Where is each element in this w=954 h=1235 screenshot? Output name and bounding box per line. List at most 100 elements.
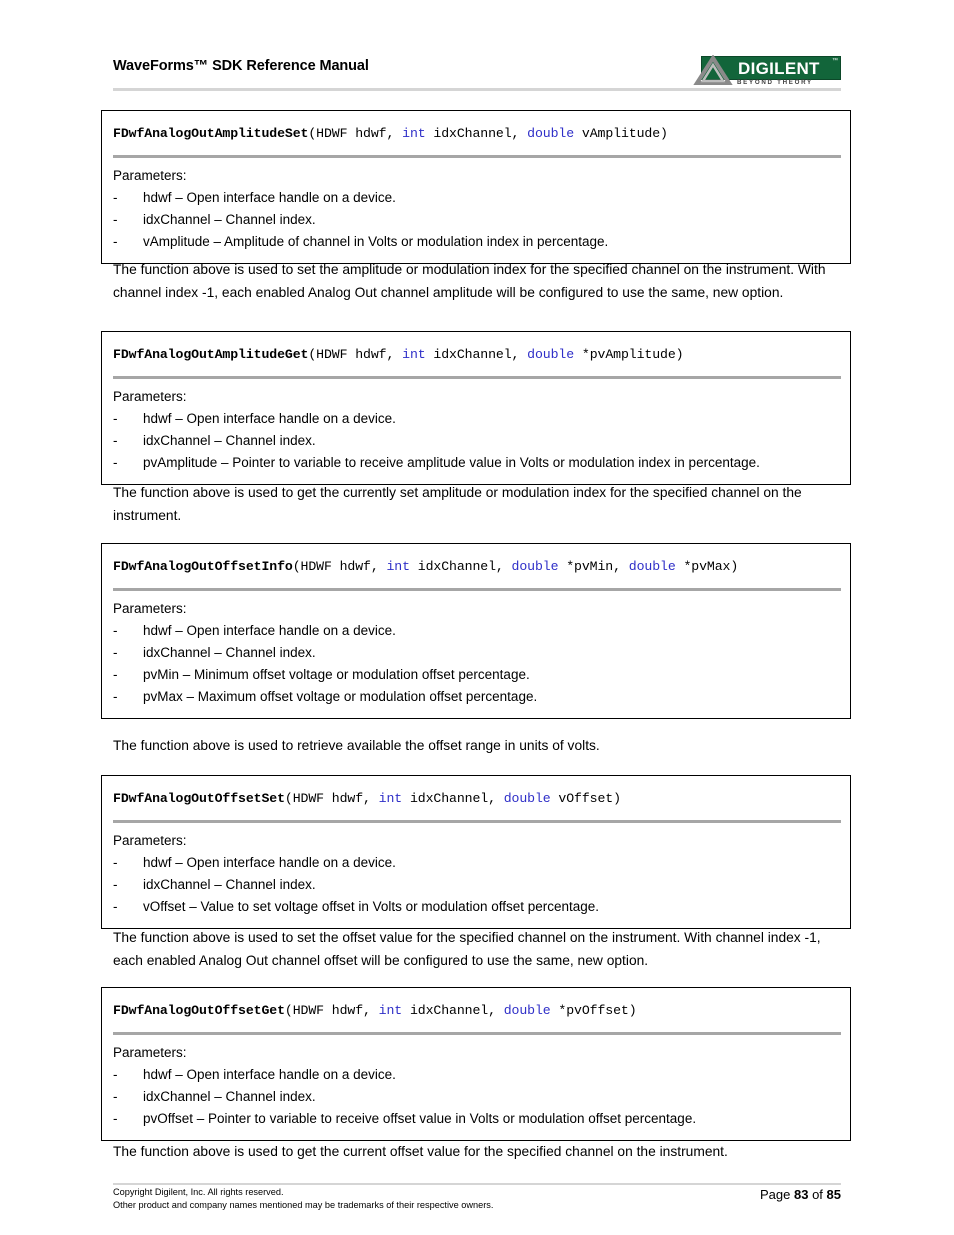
page-of-label: of — [812, 1187, 823, 1202]
parameter-item: - hdwf – Open interface handle on a devi… — [113, 408, 838, 430]
parameter-text: vOffset – Value to set voltage offset in… — [143, 899, 600, 914]
signature-token: vAmplitude) — [574, 126, 668, 141]
function-block-offset-info: FDwfAnalogOutOffsetInfo(HDWF hdwf, int i… — [101, 543, 851, 719]
function-block-amplitude-get: FDwfAnalogOutAmplitudeGet(HDWF hdwf, int… — [101, 331, 851, 485]
footer-copyright-line1: Copyright Digilent, Inc. All rights rese… — [113, 1187, 284, 1197]
parameter-text: idxChannel – Channel index. — [143, 1089, 316, 1104]
parameters-list: Parameters: - hdwf – Open interface hand… — [102, 1035, 850, 1140]
function-signature: FDwfAnalogOutOffsetInfo(HDWF hdwf, int i… — [102, 544, 850, 577]
parameters-label: Parameters: — [113, 168, 187, 183]
signature-token: idxChannel, — [425, 347, 528, 362]
parameter-item: - idxChannel – Channel index. — [113, 874, 838, 896]
signature-keyword: double — [527, 347, 575, 362]
signature-token: (HDWF hdwf, — [292, 559, 387, 574]
signature-token: *pvMax) — [675, 559, 739, 574]
parameters-label: Parameters: — [113, 833, 187, 848]
description-paragraph: The function above is used to set the of… — [113, 930, 821, 968]
parameter-text: idxChannel – Channel index. — [143, 212, 316, 227]
parameter-item: - idxChannel – Channel index. — [113, 1086, 838, 1108]
signature-token: (HDWF hdwf, — [284, 1003, 379, 1018]
signature-keyword: double — [527, 126, 575, 141]
function-block-amplitude-set: FDwfAnalogOutAmplitudeSet(HDWF hdwf, int… — [101, 110, 851, 264]
signature-token: (HDWF hdwf, — [308, 347, 403, 362]
signature-keyword: int — [378, 791, 403, 806]
bullet-dash-icon: - — [113, 877, 118, 892]
footer-divider — [113, 1183, 841, 1185]
function-signature: FDwfAnalogOutOffsetSet(HDWF hdwf, int id… — [102, 776, 850, 809]
function-signature: FDwfAnalogOutAmplitudeSet(HDWF hdwf, int… — [102, 111, 850, 144]
signature-keyword: int — [402, 347, 426, 362]
parameter-text: pvOffset – Pointer to variable to receiv… — [143, 1111, 697, 1126]
signature-keyword: int — [402, 126, 426, 141]
footer-copyright-line2: Other product and company names mentione… — [113, 1199, 494, 1210]
signature-keyword: double — [503, 791, 551, 806]
bullet-dash-icon: - — [113, 623, 118, 638]
parameter-item: - hdwf – Open interface handle on a devi… — [113, 1064, 838, 1086]
bullet-dash-icon: - — [113, 1067, 118, 1082]
parameters-label: Parameters: — [113, 601, 187, 616]
parameter-text: hdwf – Open interface handle on a device… — [143, 1067, 396, 1082]
function-signature: FDwfAnalogOutAmplitudeGet(HDWF hdwf, int… — [102, 332, 850, 365]
parameters-list: Parameters: - hdwf – Open interface hand… — [102, 158, 850, 263]
bullet-dash-icon: - — [113, 212, 118, 227]
description-paragraph: The function above is used to get the cu… — [113, 485, 802, 523]
function-name: FDwfAnalogOutOffsetSet — [113, 791, 285, 806]
parameter-item: - pvOffset – Pointer to variable to rece… — [113, 1108, 838, 1130]
signature-token: idxChannel, — [409, 559, 512, 574]
signature-keyword: int — [378, 1003, 403, 1018]
bullet-dash-icon: - — [113, 689, 118, 704]
bullet-dash-icon: - — [113, 667, 118, 682]
signature-token: vOffset) — [550, 791, 621, 806]
signature-token: (HDWF hdwf, — [308, 126, 403, 141]
parameters-label: Parameters: — [113, 389, 187, 404]
signature-keyword: double — [628, 559, 676, 574]
function-block-offset-set: FDwfAnalogOutOffsetSet(HDWF hdwf, int id… — [101, 775, 851, 929]
logo-tagline: BEYOND THEORY — [737, 79, 813, 86]
parameter-item: - pvMin – Minimum offset voltage or modu… — [113, 664, 838, 686]
parameter-item: - idxChannel – Channel index. — [113, 430, 838, 452]
parameter-text: hdwf – Open interface handle on a device… — [143, 855, 396, 870]
footer-copyright: Copyright Digilent, Inc. All rights rese… — [113, 1186, 493, 1211]
function-block-offset-get: FDwfAnalogOutOffsetGet(HDWF hdwf, int id… — [101, 987, 851, 1141]
signature-token: *pvOffset) — [550, 1003, 637, 1018]
parameter-item: - vOffset – Value to set voltage offset … — [113, 896, 838, 918]
bullet-dash-icon: - — [113, 899, 118, 914]
parameter-item: - vAmplitude – Amplitude of channel in V… — [113, 231, 838, 253]
triangle-icon — [693, 55, 733, 85]
bullet-dash-icon: - — [113, 1089, 118, 1104]
parameter-text: idxChannel – Channel index. — [143, 645, 316, 660]
bullet-dash-icon: - — [113, 234, 118, 249]
signature-token: idxChannel, — [402, 791, 504, 806]
header-title: WaveForms™ SDK Reference Manual — [113, 58, 369, 74]
signature-token: (HDWF hdwf, — [284, 791, 379, 806]
page-total: 85 — [826, 1187, 841, 1202]
parameter-item: - hdwf – Open interface handle on a devi… — [113, 620, 838, 642]
page-current: 83 — [793, 1187, 809, 1202]
parameter-item: - hdwf – Open interface handle on a devi… — [113, 187, 838, 209]
digilent-logo: DIGILENT ™ BEYOND THEORY — [693, 55, 841, 86]
bullet-dash-icon: - — [113, 855, 118, 870]
parameter-item: - pvMax – Maximum offset voltage or modu… — [113, 686, 838, 708]
function-name: FDwfAnalogOutOffsetInfo — [113, 559, 293, 574]
parameter-item: - idxChannel – Channel index. — [113, 209, 838, 231]
parameter-text: idxChannel – Channel index. — [143, 433, 316, 448]
parameter-item: - pvAmplitude – Pointer to variable to r… — [113, 452, 838, 474]
header-divider — [113, 88, 841, 91]
parameter-text: idxChannel – Channel index. — [143, 877, 316, 892]
function-name: FDwfAnalogOutAmplitudeGet — [113, 347, 309, 362]
function-signature: FDwfAnalogOutOffsetGet(HDWF hdwf, int id… — [102, 988, 850, 1021]
description-paragraph: The function above is used to set the am… — [113, 262, 826, 300]
parameters-list: Parameters: - hdwf – Open interface hand… — [102, 379, 850, 484]
logo-wordmark: DIGILENT — [738, 59, 820, 78]
parameters-list: Parameters: - hdwf – Open interface hand… — [102, 591, 850, 718]
page-header: WaveForms™ SDK Reference Manual DIGILENT… — [113, 55, 841, 90]
parameter-text: pvMax – Maximum offset voltage or modula… — [143, 689, 538, 704]
description-paragraph: The function above is used to get the cu… — [113, 1144, 728, 1159]
signature-token: idxChannel, — [425, 126, 528, 141]
bullet-dash-icon: - — [113, 411, 118, 426]
parameter-text: hdwf – Open interface handle on a device… — [143, 190, 396, 205]
bullet-dash-icon: - — [113, 455, 118, 470]
function-name: FDwfAnalogOutAmplitudeSet — [113, 126, 309, 141]
signature-keyword: double — [511, 559, 559, 574]
parameters-label: Parameters: — [113, 1045, 187, 1060]
